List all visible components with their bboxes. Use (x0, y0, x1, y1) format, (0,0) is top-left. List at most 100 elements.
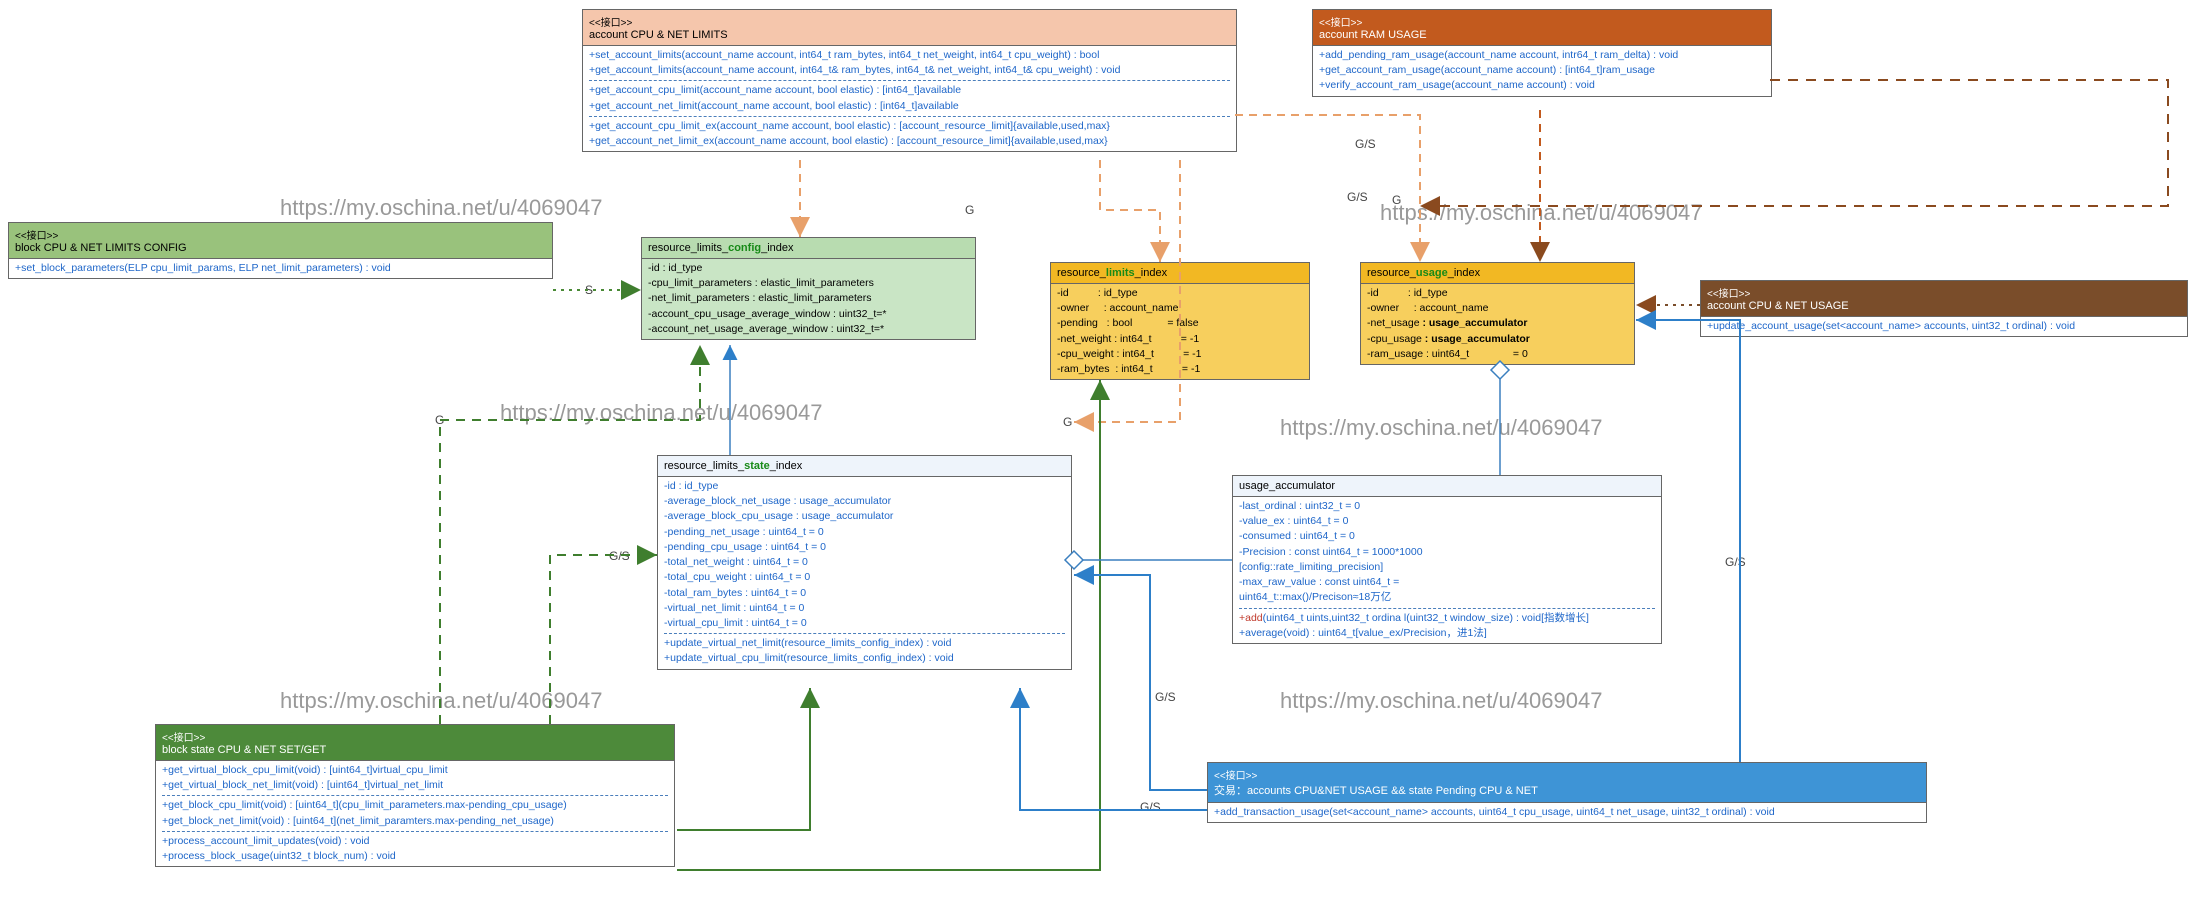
attr: -pending_net_usage : uint64_t = 0 (664, 525, 1065, 540)
method: +verify_account_ram_usage(account_name a… (1319, 78, 1765, 93)
title-mid: config (728, 242, 761, 254)
class-account-cpu-net-limits: <<接口>> account CPU & NET LIMITS +set_acc… (582, 9, 1237, 152)
method: +get_account_limits(account_name account… (589, 63, 1230, 78)
title: account CPU & NET USAGE (1707, 300, 2181, 312)
attr: -consumed : uint64_t = 0 (1239, 529, 1655, 544)
class-state-index: resource_limits_state_index -id : id_typ… (657, 455, 1072, 670)
label-g: G (435, 413, 444, 427)
attr: -id : id_type (648, 261, 969, 276)
attr: -account_net_usage_average_window : uint… (648, 322, 969, 337)
stereotype: <<接口>> (589, 14, 1230, 29)
attr: -owner : account_name (1057, 301, 1303, 316)
title-post: _index (1135, 267, 1167, 279)
title: 交易：accounts CPU&NET USAGE && state Pendi… (1214, 782, 1920, 798)
title-pre: resource_limits_ (664, 460, 744, 472)
class-config-index: resource_limits_config_index -id : id_ty… (641, 237, 976, 340)
attr: -id : id_type (664, 479, 1065, 494)
method: +add_transaction_usage(set<account_name>… (1214, 805, 1920, 820)
attr: -Precision : const uint64_t = 1000*1000 (1239, 545, 1655, 560)
attr: -owner : account_name (1367, 301, 1628, 316)
attr: -id : id_type (1057, 286, 1303, 301)
title-mid: limits (1106, 267, 1135, 279)
method: +update_account_usage(set<account_name> … (1707, 319, 2181, 334)
title-pre: resource_limits_ (648, 242, 728, 254)
title-post: _index (770, 460, 802, 472)
label-s: S (585, 283, 593, 297)
method: +get_account_cpu_limit_ex(account_name a… (589, 119, 1230, 134)
title: block state CPU & NET SET/GET (162, 744, 668, 756)
stereotype: <<接口>> (1319, 14, 1765, 29)
attr: -net_usage : usage_accumulator (1367, 316, 1628, 331)
attr: -average_block_net_usage : usage_accumul… (664, 494, 1065, 509)
method: +get_account_net_limit_ex(account_name a… (589, 134, 1230, 149)
method: +set_account_limits(account_name account… (589, 48, 1230, 63)
attr: -ram_bytes : int64_t = -1 (1057, 362, 1303, 377)
class-usage-accumulator: usage_accumulator -last_ordinal : uint32… (1232, 475, 1662, 644)
label-gs: G/S (1355, 137, 1376, 151)
class-block-config: <<接口>> block CPU & NET LIMITS CONFIG +se… (8, 222, 553, 279)
title-pre: resource_ (1057, 267, 1106, 279)
attr: -pending : bool = false (1057, 316, 1303, 331)
method: +get_block_cpu_limit(void) : [uint64_t](… (162, 798, 668, 813)
attr: -ram_usage : uint64_t = 0 (1367, 347, 1628, 362)
method: +add_pending_ram_usage(account_name acco… (1319, 48, 1765, 63)
attr: -net_weight : int64_t = -1 (1057, 332, 1303, 347)
title: account RAM USAGE (1319, 29, 1765, 41)
attr: -cpu_weight : int64_t = -1 (1057, 347, 1303, 362)
method: +get_account_net_limit(account_name acco… (589, 99, 1230, 114)
stereotype: <<接口>> (1707, 285, 2181, 300)
attr: -total_ram_bytes : uint64_t = 0 (664, 586, 1065, 601)
title: account CPU & NET LIMITS (589, 29, 1230, 41)
title-pre: resource_ (1367, 267, 1416, 279)
label-gs: G/S (1155, 690, 1176, 704)
attr: -virtual_net_limit : uint64_t = 0 (664, 601, 1065, 616)
class-cpu-net-usage: <<接口>> account CPU & NET USAGE +update_a… (1700, 280, 2188, 337)
method: +update_virtual_net_limit(resource_limit… (664, 636, 1065, 651)
method: +add(uint64_t uints,uint32_t ordina l(ui… (1239, 611, 1655, 626)
method: +get_virtual_block_cpu_limit(void) : [ui… (162, 763, 668, 778)
attr: -pending_cpu_usage : uint64_t = 0 (664, 540, 1065, 555)
attr: -cpu_usage : usage_accumulator (1367, 332, 1628, 347)
attr: -total_net_weight : uint64_t = 0 (664, 555, 1065, 570)
title-post: _index (1448, 267, 1480, 279)
method: +get_account_cpu_limit(account_name acco… (589, 83, 1230, 98)
attr: -max_raw_value : const uint64_t = (1239, 575, 1655, 590)
attr: -average_block_cpu_usage : usage_accumul… (664, 509, 1065, 524)
method: +get_virtual_block_net_limit(void) : [ui… (162, 778, 668, 793)
attr: uint64_t::max()/Precison≈18万亿 (1239, 590, 1655, 605)
method: +process_account_limit_updates(void) : v… (162, 834, 668, 849)
method: +update_virtual_cpu_limit(resource_limit… (664, 651, 1065, 666)
title: usage_accumulator (1239, 480, 1335, 492)
label-g: G (1063, 415, 1072, 429)
label-gs: G/S (1725, 555, 1746, 569)
attr: -last_ordinal : uint32_t = 0 (1239, 499, 1655, 514)
stereotype: <<接口>> (1214, 767, 1920, 782)
class-block-state: <<接口>> block state CPU & NET SET/GET +ge… (155, 724, 675, 867)
attr: [config::rate_limiting_precision] (1239, 560, 1655, 575)
attr: -id : id_type (1367, 286, 1628, 301)
method: +get_block_net_limit(void) : [uint64_t](… (162, 814, 668, 829)
title-mid: usage (1416, 267, 1448, 279)
attr: -cpu_limit_parameters : elastic_limit_pa… (648, 276, 969, 291)
method: +set_block_parameters(ELP cpu_limit_para… (15, 261, 546, 276)
watermark: https://my.oschina.net/u/4069047 (1280, 415, 1602, 441)
class-usage-index: resource_usage_index -id : id_type -owne… (1360, 262, 1635, 365)
title-post: _index (761, 242, 793, 254)
attr: -total_cpu_weight : uint64_t = 0 (664, 570, 1065, 585)
attr: -account_cpu_usage_average_window : uint… (648, 307, 969, 322)
method: +average(void) : uint64_t[value_ex/Preci… (1239, 626, 1655, 641)
title-mid: state (744, 460, 770, 472)
class-limits-index: resource_limits_index -id : id_type -own… (1050, 262, 1310, 380)
watermark: https://my.oschina.net/u/4069047 (280, 195, 602, 221)
class-account-ram-usage: <<接口>> account RAM USAGE +add_pending_ra… (1312, 9, 1772, 97)
label-g: G (1392, 193, 1401, 207)
method: +process_block_usage(uint32_t block_num)… (162, 849, 668, 864)
class-transaction: <<接口>> 交易：accounts CPU&NET USAGE && stat… (1207, 762, 1927, 823)
title: block CPU & NET LIMITS CONFIG (15, 242, 546, 254)
attr: -net_limit_parameters : elastic_limit_pa… (648, 291, 969, 306)
label-gs: G/S (1140, 800, 1161, 814)
label-g: G (965, 203, 974, 217)
method: +get_account_ram_usage(account_name acco… (1319, 63, 1765, 78)
watermark: https://my.oschina.net/u/4069047 (1280, 688, 1602, 714)
label-gs: G/S (1347, 190, 1368, 204)
